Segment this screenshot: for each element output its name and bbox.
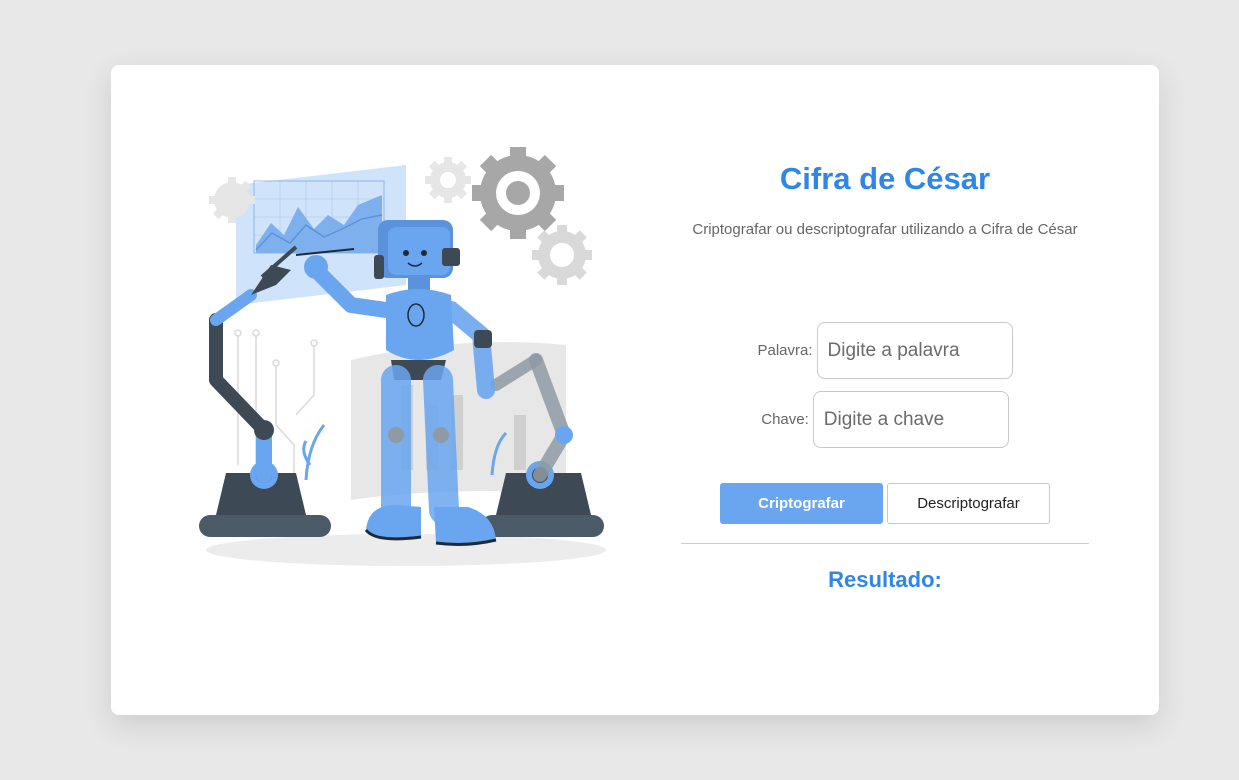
divider: [681, 543, 1089, 544]
result-heading: Resultado:: [828, 567, 942, 592]
palavra-input[interactable]: [816, 322, 1013, 379]
chave-label: Chave:: [761, 411, 809, 428]
palavra-row: Palavra:: [681, 322, 1089, 379]
page-title: Cifra de César: [779, 161, 991, 196]
action-buttons: Criptografar Descriptografar: [681, 483, 1089, 524]
robot-illustration: [196, 145, 616, 575]
main-card: Cifra de César Criptografar ou descripto…: [111, 65, 1159, 715]
palavra-label: Palavra:: [757, 342, 813, 359]
chave-row: Chave:: [681, 391, 1089, 448]
page-subtitle: Criptografar ou descriptografar utilizan…: [692, 221, 1078, 238]
cipher-panel: Cifra de César Criptografar ou descripto…: [681, 157, 1089, 592]
encrypt-button[interactable]: Criptografar: [720, 483, 883, 524]
decrypt-button[interactable]: Descriptografar: [887, 483, 1050, 524]
robot-illustration-icon: [199, 147, 606, 566]
chave-input[interactable]: [812, 391, 1009, 448]
